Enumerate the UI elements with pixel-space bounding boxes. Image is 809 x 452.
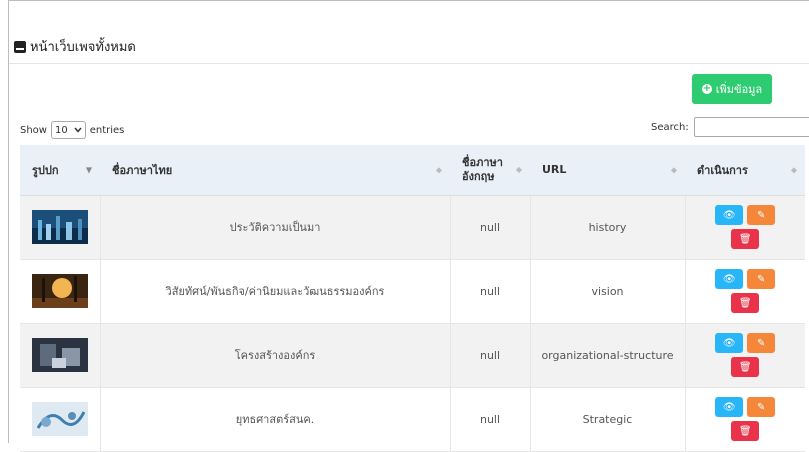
name-th-cell: ยุทธศาสตร์สนค. — [99, 387, 450, 451]
add-data-button[interactable]: + เพิ่มข้อมูล — [692, 74, 772, 104]
delete-button[interactable]: 🗑 — [731, 421, 760, 441]
frame-border-top — [8, 0, 809, 1]
column-header-name-th[interactable]: ชื่อภาษาไทย ◆ — [100, 145, 450, 196]
pages-table: รูปปก ▼ ชื่อภาษาไทย ◆ ชื่อภาษาอังกฤษ ◆ URL ◆… — [20, 145, 805, 452]
page-title: หน้าเว็บเพจทั้งหมด — [30, 40, 136, 55]
eye-icon: 👁 — [722, 209, 736, 221]
cover-cell — [20, 323, 100, 387]
sort-icon: ◆ — [435, 165, 442, 175]
url-cell: organizational-structure — [529, 323, 685, 387]
cover-cell — [20, 259, 100, 323]
column-header-url[interactable]: URL ◆ — [530, 145, 685, 196]
actions-cell: 👁 ✎ 🗑 — [684, 387, 805, 451]
sort-icon: ◆ — [670, 165, 677, 175]
search-input[interactable] — [693, 117, 809, 137]
eye-icon: 👁 — [722, 401, 736, 413]
length-select[interactable]: 10 — [50, 121, 86, 139]
chevron-down-icon — [74, 127, 82, 133]
name-th-cell: ประวัติความเป็นมา — [99, 195, 450, 259]
view-button[interactable]: 👁 — [715, 205, 744, 225]
plus-circle-icon: + — [701, 83, 712, 94]
sort-icon: ▼ — [85, 165, 92, 175]
cover-image — [31, 210, 88, 244]
cover-image — [31, 338, 88, 372]
edit-icon: ✎ — [757, 337, 766, 349]
url-cell: vision — [529, 259, 685, 323]
name-en-cell: null — [449, 323, 530, 387]
actions-cell: 👁 ✎ 🗑 — [684, 259, 805, 323]
view-button[interactable]: 👁 — [715, 397, 744, 417]
trash-icon: 🗑 — [738, 425, 752, 437]
eye-icon: 👁 — [722, 337, 736, 349]
url-cell: history — [529, 195, 685, 259]
name-en-cell: null — [449, 195, 530, 259]
table-row: โครงสร้างองค์กร null organizational-stru… — [20, 323, 805, 387]
edit-button[interactable]: ✎ — [747, 397, 776, 417]
delete-button[interactable]: 🗑 — [731, 357, 760, 377]
column-header-cover[interactable]: รูปปก ▼ — [20, 145, 100, 196]
delete-button[interactable]: 🗑 — [731, 229, 760, 249]
cover-image — [31, 274, 88, 308]
edit-button[interactable]: ✎ — [747, 333, 776, 353]
view-button[interactable]: 👁 — [715, 333, 744, 353]
sort-icon: ◆ — [515, 164, 522, 174]
edit-icon: ✎ — [757, 273, 766, 285]
header-divider — [9, 63, 809, 64]
column-header-name-en[interactable]: ชื่อภาษาอังกฤษ ◆ — [450, 145, 530, 196]
edit-icon: ✎ — [757, 209, 766, 221]
edit-button[interactable]: ✎ — [747, 205, 776, 225]
table-header-row: รูปปก ▼ ชื่อภาษาไทย ◆ ชื่อภาษาอังกฤษ ◆ URL ◆… — [20, 145, 805, 196]
table-row: ประวัติความเป็นมา null history 👁 ✎ 🗑 — [20, 195, 805, 259]
edit-button[interactable]: ✎ — [747, 269, 776, 289]
show-label: Show — [20, 124, 47, 136]
entries-label: entries — [89, 124, 125, 136]
cover-cell — [20, 195, 100, 259]
edit-icon: ✎ — [757, 401, 766, 413]
page-icon — [14, 40, 26, 53]
table-row: ยุทธศาสตร์สนค. null Strategic 👁 ✎ 🗑 — [20, 387, 805, 451]
trash-icon: 🗑 — [738, 233, 752, 245]
view-button[interactable]: 👁 — [715, 269, 744, 289]
add-data-label: เพิ่มข้อมูล — [715, 83, 763, 96]
actions-cell: 👁 ✎ 🗑 — [684, 323, 805, 387]
search-control: Search: — [651, 117, 809, 137]
name-th-cell: โครงสร้างองค์กร — [99, 323, 450, 387]
eye-icon: 👁 — [722, 273, 736, 285]
actions-cell: 👁 ✎ 🗑 — [684, 195, 805, 259]
trash-icon: 🗑 — [738, 297, 752, 309]
search-label: Search: — [651, 121, 689, 133]
name-th-cell: วิสัยทัศน์/พันธกิจ/ค่านิยมและวัฒนธรรมองค… — [99, 259, 450, 323]
delete-button[interactable]: 🗑 — [731, 293, 760, 313]
name-en-cell: null — [449, 387, 530, 451]
name-en-cell: null — [449, 259, 530, 323]
length-control: Show 10 entries — [20, 121, 124, 139]
table-row: วิสัยทัศน์/พันธกิจ/ค่านิยมและวัฒนธรรมองค… — [20, 259, 805, 323]
length-value: 10 — [54, 124, 68, 136]
page-header: หน้าเว็บเพจทั้งหมด — [14, 36, 136, 57]
cover-image — [31, 402, 88, 436]
url-cell: Strategic — [529, 387, 685, 451]
frame-border-left — [8, 0, 9, 443]
sort-icon: ◆ — [790, 165, 797, 175]
column-header-actions[interactable]: ดำเนินการ ◆ — [685, 145, 805, 196]
trash-icon: 🗑 — [738, 361, 752, 373]
cover-cell — [20, 387, 100, 451]
